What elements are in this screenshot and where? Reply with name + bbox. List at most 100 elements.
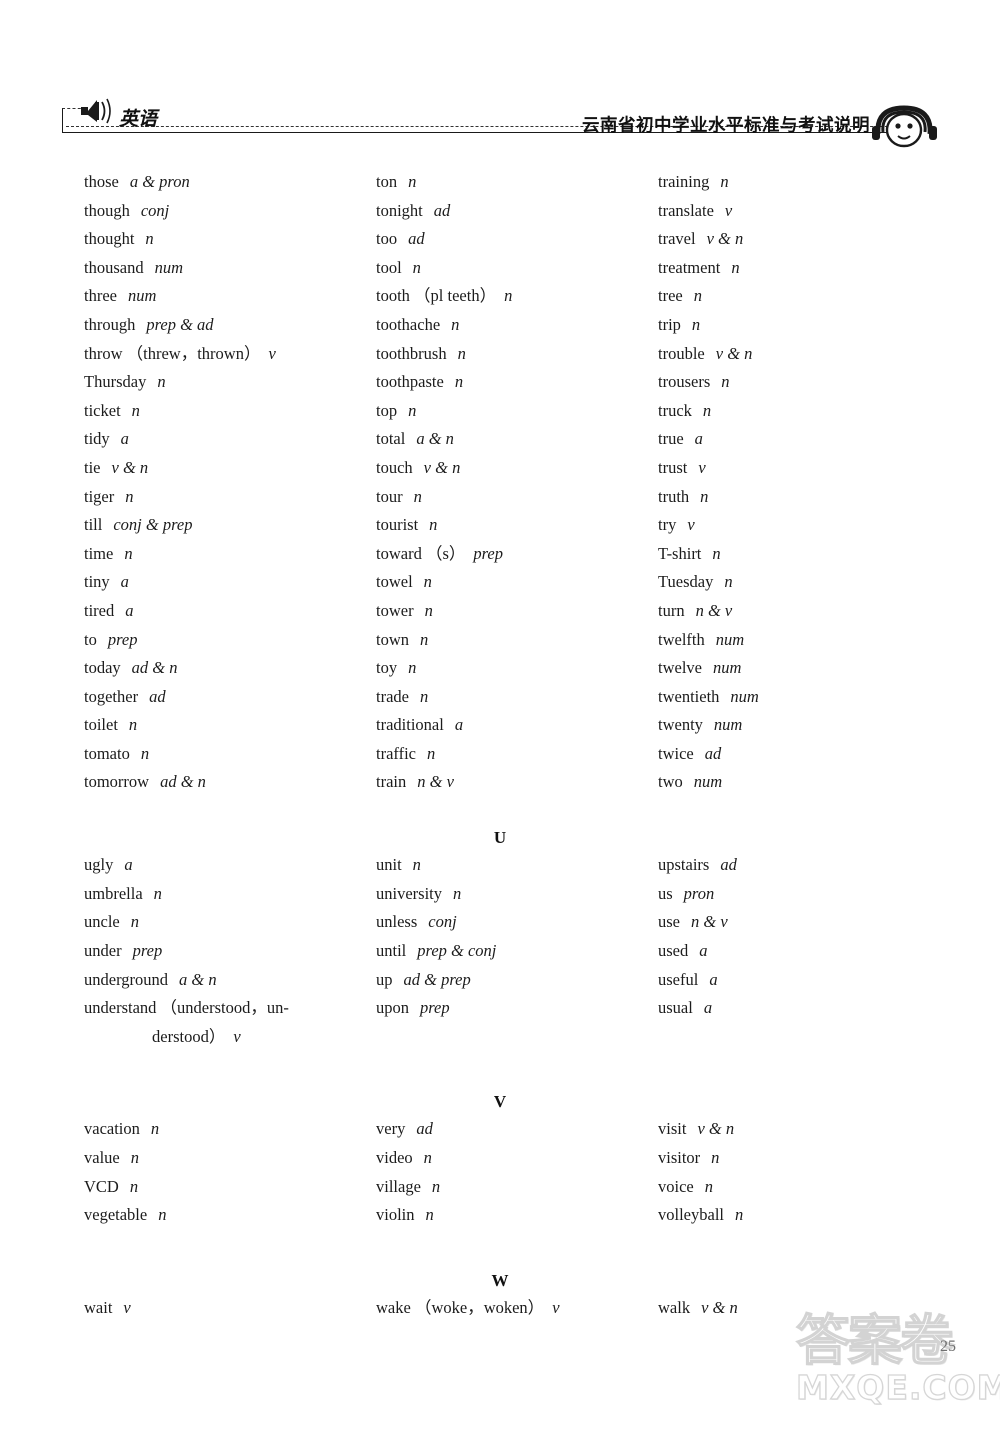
- word-part-of-speech: v: [725, 201, 732, 220]
- word-entry: tryv: [658, 511, 938, 540]
- word-entry: usen & v: [658, 908, 938, 937]
- word-entry: T-shirtn: [658, 540, 938, 569]
- word-part-of-speech: n: [413, 855, 421, 874]
- word-part-of-speech: n: [151, 1119, 159, 1138]
- word-part-of-speech: n: [145, 229, 153, 248]
- letter-section-v: VvacationnvaluenVCDnvegetablenveryadvide…: [62, 1089, 938, 1229]
- word-entry: tooth （pl teeth）n: [376, 282, 646, 311]
- word-part-of-speech: v & n: [112, 458, 149, 477]
- word-part-of-speech: num: [128, 286, 156, 305]
- word-headword: twentieth: [658, 687, 719, 706]
- word-headword: treatment: [658, 258, 720, 277]
- word-entry: tigern: [84, 483, 354, 512]
- word-headword: unless: [376, 912, 417, 931]
- word-entry: unlessconj: [376, 908, 646, 937]
- page-number: 25: [940, 1338, 956, 1356]
- word-headword: us: [658, 884, 673, 903]
- word-headword: twice: [658, 744, 694, 763]
- word-inflected-forms: （pl teeth）: [410, 286, 496, 305]
- word-headword: through: [84, 315, 135, 334]
- word-headword: tomato: [84, 744, 130, 763]
- word-part-of-speech: v & n: [697, 1119, 734, 1138]
- word-part-of-speech: n: [157, 372, 165, 391]
- word-headword: touch: [376, 458, 413, 477]
- word-headword: tidy: [84, 429, 110, 448]
- word-entry: touchv & n: [376, 454, 646, 483]
- word-headword: umbrella: [84, 884, 143, 903]
- word-part-of-speech: n: [721, 372, 729, 391]
- word-headword: towel: [376, 572, 413, 591]
- word-headword: volleyball: [658, 1205, 724, 1224]
- word-part-of-speech: n: [420, 630, 428, 649]
- word-part-of-speech: ad: [149, 687, 166, 706]
- word-headword: toothbrush: [376, 344, 447, 363]
- word-part-of-speech: a: [695, 429, 703, 448]
- word-entry: trainn & v: [376, 768, 646, 797]
- word-entry: useda: [658, 937, 938, 966]
- word-entry: tillconj & prep: [84, 511, 354, 540]
- speaker-icon: [80, 98, 114, 129]
- word-inflected-forms: （understood，un-: [156, 998, 288, 1017]
- word-headword: tiny: [84, 572, 110, 591]
- word-entry: tinya: [84, 568, 354, 597]
- word-headword: understand: [84, 998, 156, 1017]
- word-entry: threenum: [84, 282, 354, 311]
- word-column-2: tonntonightadtooadtoolntooth （pl teeth）n…: [354, 168, 646, 797]
- word-column-1: thosea & pronthoughconjthoughtnthousandn…: [62, 168, 354, 797]
- word-part-of-speech: v & n: [701, 1298, 738, 1317]
- word-entry: totala & n: [376, 425, 646, 454]
- word-part-of-speech: a: [704, 998, 712, 1017]
- watermark: 答案卷 MXQE.COM: [796, 1312, 996, 1436]
- word-part-of-speech: a: [124, 855, 132, 874]
- word-part-of-speech: n: [731, 258, 739, 277]
- column-group: vacationnvaluenVCDnvegetablenveryadvideo…: [62, 1115, 938, 1229]
- word-part-of-speech: n: [711, 1148, 719, 1167]
- word-part-of-speech: n: [132, 401, 140, 420]
- word-headword: truth: [658, 487, 689, 506]
- column-group: thosea & pronthoughconjthoughtnthousandn…: [62, 168, 938, 797]
- word-entry: wake （woke，woken）v: [376, 1294, 646, 1323]
- document-page: 英语 云南省初中学业水平标准与考试说明 thosea & pronthoughc…: [0, 0, 1000, 1441]
- word-part-of-speech: pron: [684, 884, 715, 903]
- word-headword: today: [84, 658, 121, 677]
- word-part-of-speech: n: [694, 286, 702, 305]
- word-headword: upon: [376, 998, 409, 1017]
- word-headword: total: [376, 429, 405, 448]
- word-entry: toiletn: [84, 711, 354, 740]
- word-entry: universityn: [376, 880, 646, 909]
- word-entry: twentynum: [658, 711, 938, 740]
- word-entry: violinn: [376, 1201, 646, 1230]
- column-group: uglyaumbrellanunclenunderprepunderground…: [62, 851, 938, 1051]
- word-entry: translate v: [658, 197, 938, 226]
- word-headword: truck: [658, 401, 692, 420]
- word-column-3: upstairsaduspronusen & vusedausefulausua…: [646, 851, 938, 1051]
- word-headword: tower: [376, 601, 414, 620]
- word-entry: thoughconj: [84, 197, 354, 226]
- word-entry: toprep: [84, 626, 354, 655]
- word-part-of-speech: n: [414, 487, 422, 506]
- word-headword: twenty: [658, 715, 703, 734]
- word-part-of-speech: v: [268, 344, 275, 363]
- word-part-of-speech: ad: [416, 1119, 433, 1138]
- word-headword: town: [376, 630, 409, 649]
- word-entry: townn: [376, 626, 646, 655]
- word-entry: tie v & n: [84, 454, 354, 483]
- word-part-of-speech: n: [429, 515, 437, 534]
- word-entry: toweln: [376, 568, 646, 597]
- word-entry: turnn & v: [658, 597, 938, 626]
- word-part-of-speech: n: [125, 487, 133, 506]
- word-part-of-speech: n: [424, 572, 432, 591]
- column-group: waitvwake （woke，woken）vwalkv & n: [62, 1294, 938, 1323]
- word-entry: walkv & n: [658, 1294, 938, 1323]
- word-part-of-speech: num: [155, 258, 183, 277]
- word-entry: Tuesdayn: [658, 568, 938, 597]
- watermark-domain-text: MXQE.COM: [796, 1370, 996, 1406]
- word-inflected-forms: derstood）: [152, 1027, 225, 1046]
- word-headword: tie: [84, 458, 101, 477]
- word-headword: translate: [658, 201, 714, 220]
- word-part-of-speech: a: [709, 970, 717, 989]
- word-part-of-speech: n: [413, 258, 421, 277]
- word-headword: tonight: [376, 201, 423, 220]
- word-headword: ticket: [84, 401, 121, 420]
- word-headword: toward: [376, 544, 422, 563]
